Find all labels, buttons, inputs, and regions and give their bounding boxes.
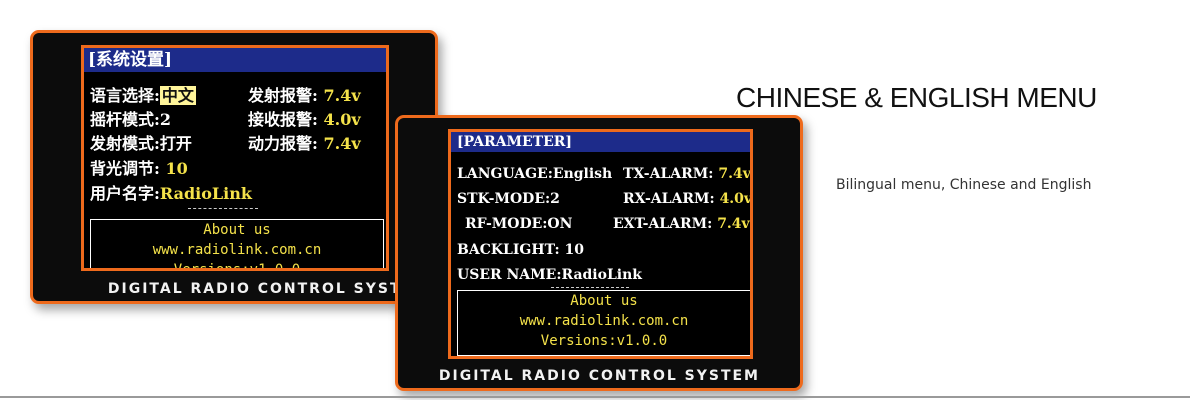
en-row-rf-mode: RF-MODE:ON EXT-ALARM: 7.4v: [457, 212, 750, 236]
cn-row-user-name: 用户名字:RadioLink: [90, 182, 382, 206]
chinese-menu-device: [系统设置] 语言选择: 中文 发射报警: 7.4v 摇杆模式:2 接收报警: 4…: [30, 30, 438, 304]
en-brand-label: DIGITAL RADIO CONTROL SYSTEM: [438, 368, 760, 384]
en-rx-alarm-label: RX-ALARM:: [623, 191, 715, 207]
cn-row-backlight: 背光调节: 10: [90, 157, 382, 181]
cn-rx-alarm-label: 接收报警:: [248, 110, 318, 129]
cn-user-name-underline: [188, 208, 258, 209]
cn-ext-alarm-value: 7.4v: [323, 134, 361, 153]
en-ext-alarm-label: EXT-ALARM:: [613, 216, 713, 232]
english-menu-screen: [PARAMETER] LANGUAGE:English TX-ALARM: 7…: [448, 129, 753, 359]
cn-about-box: About us www.radiolink.com.cn Versions:v…: [90, 219, 384, 271]
cn-ext-alarm-label: 动力报警:: [248, 134, 318, 153]
cn-user-name-label: 用户名字:: [90, 184, 160, 203]
en-ext-alarm-value: 7.4v: [717, 216, 750, 232]
cn-row-stick-mode: 摇杆模式:2 接收报警: 4.0v: [90, 108, 382, 132]
en-row-stick-mode: STK-MODE:2 RX-ALARM: 4.0v: [457, 187, 750, 211]
cn-row-language: 语言选择: 中文 发射报警: 7.4v: [90, 84, 382, 108]
en-stick-mode: STK-MODE:2: [457, 191, 560, 207]
en-row-user-name: USER NAME:RadioLink: [457, 263, 746, 287]
en-version: Versions:v1.0.0: [540, 333, 668, 349]
en-tx-alarm-label: TX-ALARM:: [623, 166, 714, 182]
cn-brand-label: DIGITAL RADIO CONTROL SYSTEM: [107, 281, 429, 297]
cn-stick-mode: 摇杆模式:2: [90, 110, 172, 129]
chinese-menu-screen: [系统设置] 语言选择: 中文 发射报警: 7.4v 摇杆模式:2 接收报警: 4…: [81, 45, 389, 271]
cn-backlight-value: 10: [165, 159, 188, 178]
english-menu-title: [PARAMETER]: [451, 132, 750, 152]
cn-language-value: 中文: [159, 86, 196, 105]
en-about-label: About us: [570, 293, 638, 309]
cn-language-label: 语言选择:: [90, 86, 160, 105]
english-menu-device: [PARAMETER] LANGUAGE:English TX-ALARM: 7…: [395, 115, 803, 391]
cn-tx-alarm-label: 发射报警:: [248, 86, 318, 105]
en-website: www.radiolink.com.cn: [519, 313, 689, 329]
en-rx-alarm-value: 4.0v: [719, 191, 753, 207]
en-row-language: LANGUAGE:English TX-ALARM: 7.4v: [457, 162, 750, 186]
en-backlight: BACKLIGHT: 10: [457, 242, 585, 258]
cn-user-name-value: RadioLink: [159, 184, 252, 203]
en-rf-mode: RF-MODE:ON: [465, 216, 573, 232]
cn-website: www.radiolink.com.cn: [152, 242, 322, 258]
en-user-name: USER NAME:RadioLink: [457, 267, 643, 283]
cn-backlight-label: 背光调节:: [90, 159, 160, 178]
page-subheading: Bilingual menu, Chinese and English: [836, 177, 1092, 193]
cn-about-label: About us: [203, 222, 271, 238]
en-tx-alarm-value: 7.4v: [718, 166, 751, 182]
bottom-divider: [0, 396, 1190, 398]
en-row-backlight: BACKLIGHT: 10: [457, 238, 746, 262]
cn-rx-alarm-value: 4.0v: [323, 110, 361, 129]
chinese-menu-title: [系统设置]: [84, 48, 386, 72]
en-user-name-underline: [551, 287, 629, 288]
cn-version: Versions:v1.0.0: [173, 262, 301, 271]
cn-row-rf-mode: 发射模式:打开 动力报警: 7.4v: [90, 132, 382, 156]
en-language: LANGUAGE:English: [457, 166, 613, 182]
cn-rf-mode: 发射模式:打开: [90, 134, 192, 153]
page-heading: CHINESE & ENGLISH MENU: [736, 82, 1097, 113]
cn-tx-alarm-value: 7.4v: [323, 86, 361, 105]
en-about-box: About us www.radiolink.com.cn Versions:v…: [457, 290, 750, 356]
